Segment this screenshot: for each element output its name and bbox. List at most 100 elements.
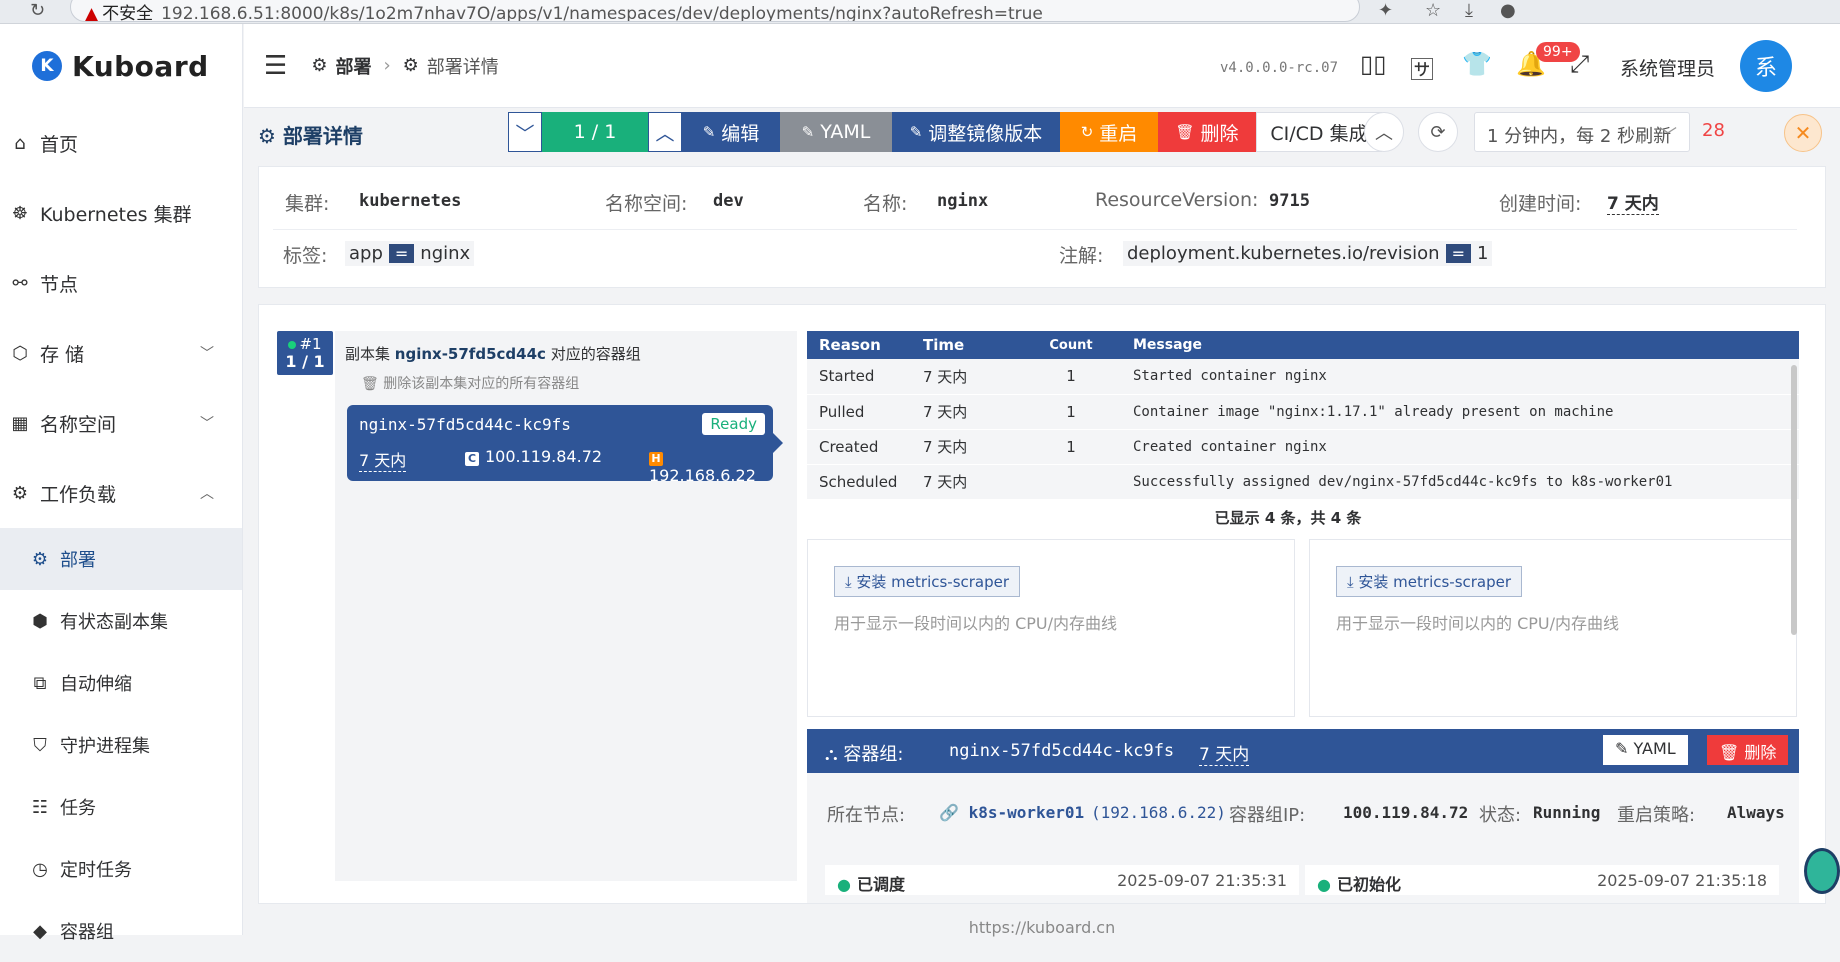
delete-all-pods-link[interactable]: 🗑 删除该副本集对应的所有容器组 (361, 373, 579, 393)
sidebar-item-label: 有状态副本集 (60, 612, 168, 633)
top-header: ☰ ⚙ 部署 › ⚙ 部署详情 (244, 24, 1840, 108)
install-metrics-label: 安装 metrics-scraper (1358, 573, 1512, 591)
download-icon[interactable]: ⤓ (1465, 0, 1473, 21)
metrics-description: 用于显示一段时间以内的 CPU/内存曲线 (834, 614, 1118, 633)
table-row: Created 7 天内 1 Created container nginx (807, 429, 1799, 465)
page-title: ⚙ 部署详情 (258, 120, 363, 149)
annotation-tag: deployment.kubernetes.io/revision = 1 (1123, 241, 1493, 266)
sidebar-item-pod[interactable]: ◆ 容器组 (0, 900, 242, 962)
mascot-icon[interactable] (1804, 848, 1840, 894)
breadcrumb-item-deployment[interactable]: 部署 (335, 53, 371, 79)
sidebar-item-statefulset[interactable]: ⬢ 有状态副本集 (0, 590, 242, 652)
sidebar-item-namespace[interactable]: ▦ 名称空间 ﹀ (0, 388, 242, 458)
pod-age[interactable]: 7 天内 (1199, 740, 1250, 766)
restart-button[interactable]: ↻ 重启 (1060, 112, 1158, 152)
events-summary: 已显示 4 条，共 4 条 (1214, 509, 1362, 527)
refresh-button[interactable]: ⟳ (1418, 112, 1458, 152)
condition-time: 2025-09-07 21:35:18 (1597, 871, 1767, 890)
warning-icon: ▲ (85, 4, 99, 22)
pod-yaml-button[interactable]: ✎ YAML (1603, 735, 1688, 765)
label-key: app (349, 243, 383, 264)
translate-icon[interactable]: 🈂 (1410, 50, 1434, 85)
sidebar-item-workload[interactable]: ⚙ 工作负载 ︿ (0, 458, 242, 528)
event-count: 1 (1021, 394, 1121, 430)
auto-refresh-select[interactable]: 1 分钟内，每 2 秒刷新 ﹀ (1474, 112, 1690, 152)
fullscreen-icon[interactable]: ⤢ (1570, 50, 1589, 78)
url-text: 192.168.6.51:8000/k8s/1o2m7nhav7O/apps/v… (161, 4, 1043, 22)
reload-icon[interactable]: ↻ (30, 0, 45, 21)
condition-time: 2025-09-07 21:35:31 (1117, 871, 1287, 890)
resource-version-value: 9715 (1269, 191, 1310, 211)
sidebar-item-deployment[interactable]: ⚙ 部署 (0, 528, 242, 590)
condition-name: ● 已初始化 (1317, 871, 1401, 895)
event-message: Container image "nginx:1.17.1" already p… (1121, 394, 1799, 430)
check-circle-icon: ● (1317, 875, 1331, 894)
shirt-icon[interactable]: 👕 (1462, 50, 1492, 78)
address-bar[interactable]: ▲ 不安全 192.168.6.51:8000/k8s/1o2m7nhav7O/ap… (70, 0, 1360, 22)
sidebar-item-cluster[interactable]: ☸ Kubernetes 集群 (0, 178, 242, 248)
sidebar-item-cronjob[interactable]: ◷ 定时任务 (0, 838, 242, 900)
sidebar-item-label: Kubernetes 集群 (40, 203, 192, 226)
yaml-button[interactable]: ✎ YAML (780, 112, 892, 152)
menu-toggle-icon[interactable]: ☰ (264, 51, 287, 81)
pod-card-ip: C 100.119.84.72 (465, 447, 602, 466)
sidebar-item-autoscale[interactable]: ⧉ 自动伸缩 (0, 652, 242, 714)
logo[interactable]: K Kuboard (0, 24, 242, 108)
annotations-label: 注解: (1059, 245, 1104, 267)
node-label: 所在节点: (827, 805, 906, 826)
scrollbar[interactable] (1791, 365, 1797, 635)
adjust-image-button[interactable]: ✎ 调整镜像版本 (892, 112, 1060, 152)
sidebar-item-storage[interactable]: ⬡ 存 储 ﹀ (0, 318, 242, 388)
node-link[interactable]: 🔗 k8s-worker01 (939, 803, 1084, 822)
sidebar-item-nodes[interactable]: ⚯ 节点 (0, 248, 242, 318)
pod-detail: 所在节点: 🔗 k8s-worker01 (192.168.6.22) 容器组I… (807, 773, 1799, 903)
container-ip-icon: C (465, 452, 479, 466)
kuboard-logo-icon: K (32, 51, 62, 81)
close-icon: ✕ (1794, 121, 1812, 145)
decrease-replicas-button[interactable]: ﹀ (508, 112, 542, 152)
cpu-memory-chart-placeholder: ⤓ 安装 metrics-scraper 用于显示一段时间以内的 CPU/内存曲… (807, 539, 1295, 717)
delete-button[interactable]: 🗑 删除 (1158, 112, 1256, 152)
pod-status: Running (1533, 803, 1601, 822)
trash-icon: 🗑 (361, 376, 384, 392)
pod-ip-value: 100.119.84.72 (485, 447, 603, 466)
user-name[interactable]: 系统管理员 (1620, 54, 1715, 81)
profile-icon[interactable]: ● (1500, 0, 1516, 21)
host-ip-icon: H (649, 452, 663, 466)
close-button[interactable]: ✕ (1784, 114, 1822, 152)
collapse-button[interactable]: ︿ (1364, 112, 1404, 152)
event-count (1021, 464, 1121, 500)
cluster-value: kubernetes (359, 191, 462, 211)
event-time: 7 天内 (911, 359, 1021, 395)
event-count: 1 (1021, 359, 1121, 395)
increase-replicas-button[interactable]: ︿ (648, 112, 682, 152)
extensions-icon[interactable]: ✦ (1378, 0, 1393, 21)
statefulset-icon: ⬢ (32, 610, 48, 632)
layout-icon[interactable]: ▯▯ (1360, 50, 1386, 78)
deployment-icon: ⚙ (258, 124, 283, 148)
auto-refresh-value: 1 分钟内，每 2 秒刷新 (1487, 126, 1672, 147)
pod-card[interactable]: nginx-57fd5cd44c-kc9fs Ready 7 天内 C 100.1… (347, 405, 783, 485)
install-metrics-button[interactable]: ⤓ 安装 metrics-scraper (1336, 566, 1523, 597)
pod-name: nginx-57fd5cd44c-kc9fs (949, 741, 1175, 761)
chevron-up-icon: ︿ (655, 122, 675, 145)
created-value[interactable]: 7 天内 (1607, 189, 1659, 215)
edit-button[interactable]: ✎ 编辑 (682, 112, 780, 152)
sidebar-item-daemonset[interactable]: ⛉ 守护进程集 (0, 714, 242, 776)
replicaset-name[interactable]: nginx-57fd5cd44c (395, 345, 546, 363)
sidebar-item-job[interactable]: ☷ 任务 (0, 776, 242, 838)
refresh-icon: ↻ (1080, 123, 1094, 141)
sidebar-item-home[interactable]: ⌂ 首页 (0, 108, 242, 178)
avatar[interactable]: 系 (1740, 40, 1792, 92)
favorites-icon[interactable]: ☆ (1425, 0, 1441, 21)
pod-delete-button[interactable]: 🗑 删除 (1707, 735, 1789, 765)
annotation-eq: = (1445, 244, 1471, 263)
divider (273, 229, 1797, 230)
browser-toolbar: ↻ ▲ 不安全 192.168.6.51:8000/k8s/1o2m7nhav7O/… (0, 0, 1840, 24)
sidebar-item-label: 首页 (40, 133, 79, 156)
download-icon: ⤓ (845, 573, 857, 591)
install-metrics-button[interactable]: ⤓ 安装 metrics-scraper (834, 566, 1021, 597)
edit-icon: ✎ (801, 123, 815, 141)
footer-link[interactable]: https://kuboard.cn (244, 918, 1840, 937)
pod-card-age: 7 天内 (359, 447, 407, 472)
